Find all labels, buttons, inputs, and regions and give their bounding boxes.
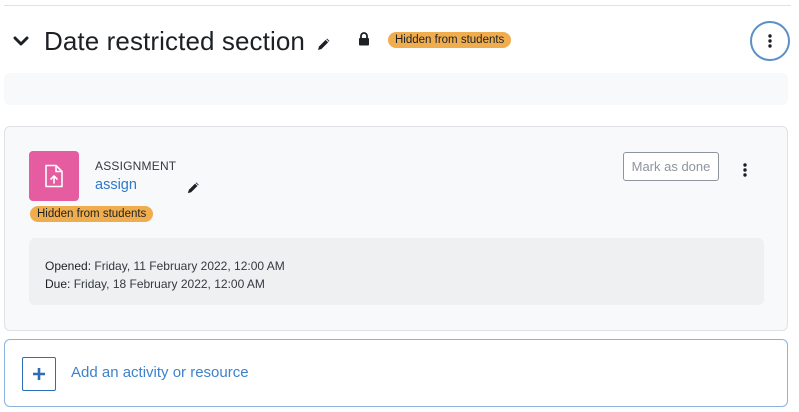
section-actions-menu-button[interactable] (750, 21, 790, 61)
course-page: Date restricted section Hidden from stud… (0, 0, 799, 412)
edit-activity-name-button[interactable] (186, 180, 201, 195)
activity-actions-menu-button[interactable] (738, 161, 752, 179)
plus-icon (22, 357, 56, 391)
section-title: Date restricted section (44, 26, 305, 56)
kebab-icon (768, 34, 772, 48)
activity-card: ASSIGNMENT assign Hidden from students M… (4, 126, 788, 331)
section-summary (4, 73, 788, 105)
activity-name-link[interactable]: assign (95, 177, 137, 193)
mark-as-done-button[interactable]: Mark as done (623, 152, 719, 181)
add-activity-label: Add an activity or resource (71, 364, 249, 381)
edit-section-title-button[interactable] (316, 36, 332, 52)
activity-dates: Opened: Friday, 11 February 2022, 12:00 … (29, 238, 764, 305)
activity-type-label: ASSIGNMENT (95, 159, 177, 173)
add-activity-button[interactable]: Add an activity or resource (4, 339, 788, 407)
lock-icon (358, 32, 370, 46)
hidden-from-students-badge: Hidden from students (388, 32, 512, 48)
due-date-row: Due: Friday, 18 February 2022, 12:00 AM (45, 275, 748, 293)
hidden-from-students-badge: Hidden from students (30, 206, 154, 222)
section-collapse-button[interactable] (10, 32, 32, 50)
opened-date-row: Opened: Friday, 11 February 2022, 12:00 … (45, 257, 748, 275)
due-value: Friday, 18 February 2022, 12:00 AM (73, 277, 265, 291)
section-header: Date restricted section Hidden from stud… (0, 14, 799, 66)
kebab-icon (743, 163, 747, 177)
opened-value: Friday, 11 February 2022, 12:00 AM (94, 259, 285, 273)
chevron-down-icon (13, 36, 29, 46)
assignment-upload-icon (29, 151, 79, 201)
due-label: Due: (45, 277, 71, 291)
pencil-icon (187, 182, 199, 194)
pencil-icon (318, 38, 330, 50)
divider (4, 5, 791, 6)
opened-label: Opened: (45, 259, 92, 273)
